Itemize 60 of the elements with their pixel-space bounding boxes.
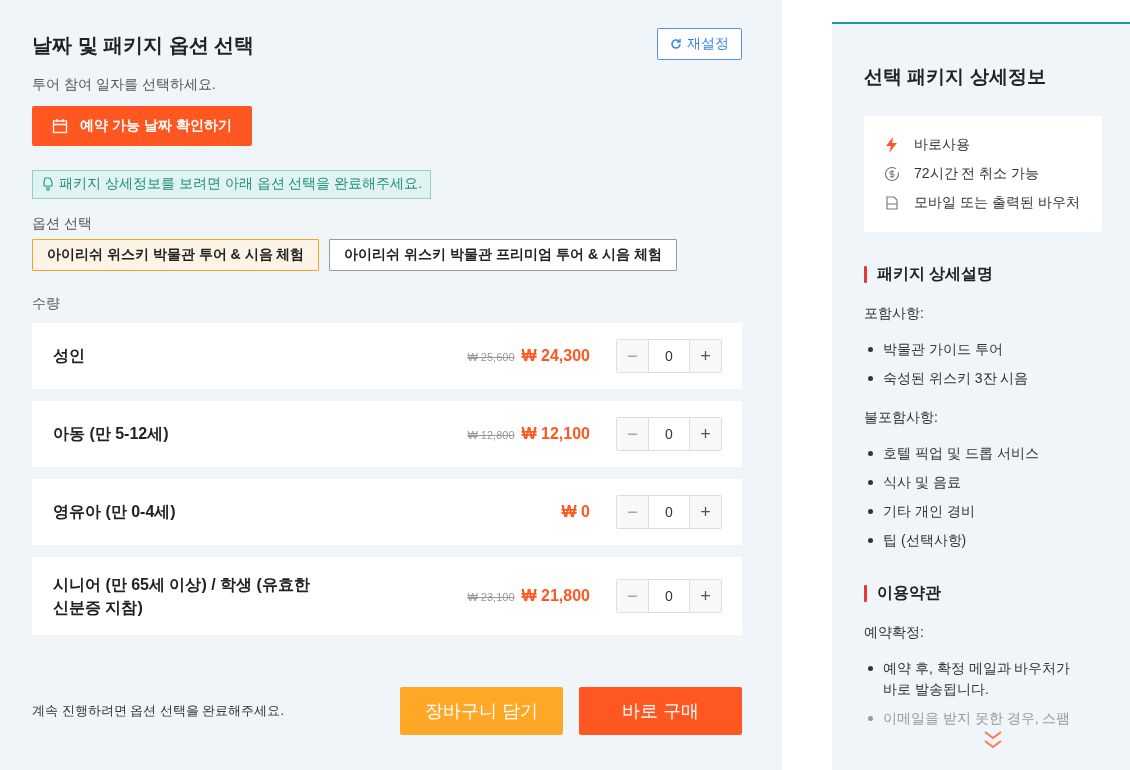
group-label: 예약확정: bbox=[864, 624, 925, 642]
refund-icon bbox=[884, 166, 900, 182]
accent-bar bbox=[864, 585, 867, 602]
list-item-text: 식사 및 음료 bbox=[883, 473, 961, 492]
bullet-icon bbox=[868, 716, 873, 721]
list-item-text: 기타 개인 경비 bbox=[883, 502, 975, 521]
calendar-icon bbox=[52, 118, 68, 134]
bullet-icon bbox=[868, 538, 873, 543]
reset-button[interactable]: 재설정 bbox=[657, 28, 742, 60]
accent-bar bbox=[864, 266, 867, 283]
feature-text: 바로사용 bbox=[914, 136, 970, 154]
ticket-name: 영유아 (만 0-4세) bbox=[53, 502, 177, 523]
plus-button[interactable]: + bbox=[690, 580, 721, 613]
group-label: 포함사항: bbox=[864, 305, 925, 323]
plus-button[interactable]: + bbox=[690, 340, 721, 372]
bullet-icon bbox=[868, 666, 873, 671]
option-button[interactable]: 아이리쉬 위스키 박물관 프리미엄 투어 & 시음 체험 bbox=[329, 239, 677, 271]
price: ₩ 12,100 bbox=[521, 425, 590, 443]
section-title: 날짜 및 패키지 옵션 선택 bbox=[32, 33, 255, 58]
notice-text: 패키지 상세정보를 보려면 아래 옵션 선택을 완료해주세요. bbox=[59, 175, 423, 193]
price: ₩ 24,300 bbox=[521, 347, 590, 365]
scroll-down-icon bbox=[982, 729, 1004, 751]
options-label: 옵션 선택 bbox=[32, 215, 93, 233]
original-price: ₩ 12,800 bbox=[467, 429, 515, 441]
feature-text: 72시간 전 취소 가능 bbox=[914, 165, 1040, 183]
ticket-name: 아동 (만 5-12세) bbox=[53, 424, 170, 445]
lightning-icon bbox=[884, 137, 900, 153]
bullet-icon bbox=[868, 376, 873, 381]
refresh-icon bbox=[670, 38, 682, 50]
list-item-text: 예약 후, 확정 메일과 바우처가 바로 발송됩니다. bbox=[883, 659, 1072, 699]
section-heading: 패키지 상세설명 bbox=[877, 264, 994, 284]
footer-hint: 계속 진행하려면 옵션 선택을 완료해주세요. bbox=[32, 702, 286, 721]
list-item-text: 박물관 가이드 투어 bbox=[883, 340, 1003, 359]
bullet-icon bbox=[868, 347, 873, 352]
price: ₩ 21,800 bbox=[521, 587, 590, 606]
panel-title: 선택 패키지 상세정보 bbox=[864, 65, 1047, 89]
date-prompt: 투어 참여 일자를 선택하세요. bbox=[32, 76, 217, 94]
ticket-name: 시니어 (만 65세 이상) / 학생 (유효한 신분증 지참) bbox=[53, 575, 311, 619]
bullet-icon bbox=[868, 480, 873, 485]
plus-button[interactable]: + bbox=[690, 496, 721, 528]
feature-text: 모바일 또는 출력된 바우처 bbox=[914, 194, 1080, 212]
list-item-text: 팁 (선택사항) bbox=[883, 531, 967, 550]
plus-button[interactable]: + bbox=[690, 418, 721, 450]
original-price: ₩ 25,600 bbox=[467, 351, 515, 363]
list-item-text: 호텔 픽업 및 드롭 서비스 bbox=[883, 444, 1039, 463]
group-label: 불포함사항: bbox=[864, 409, 939, 427]
quantity-field[interactable]: 0 bbox=[648, 418, 690, 450]
section-heading: 이용약관 bbox=[877, 583, 941, 603]
bullet-icon bbox=[868, 509, 873, 514]
option-button[interactable]: 아이리쉬 위스키 박물관 투어 & 시음 체험 bbox=[32, 239, 320, 271]
ticket-name: 성인 bbox=[53, 346, 86, 367]
list-item-text: 숙성된 위스키 3잔 시음 bbox=[883, 369, 1029, 388]
quantity-label: 수량 bbox=[32, 295, 61, 313]
quantity-field[interactable]: 0 bbox=[648, 340, 690, 372]
bullet-icon bbox=[868, 451, 873, 456]
quantity-field[interactable]: 0 bbox=[648, 496, 690, 528]
list-item-text: 이메일을 받지 못한 경우, 스팸 bbox=[883, 709, 1071, 728]
price: ₩ 0 bbox=[561, 503, 590, 521]
original-price: ₩ 23,100 bbox=[467, 591, 515, 604]
quantity-field[interactable]: 0 bbox=[648, 580, 690, 613]
